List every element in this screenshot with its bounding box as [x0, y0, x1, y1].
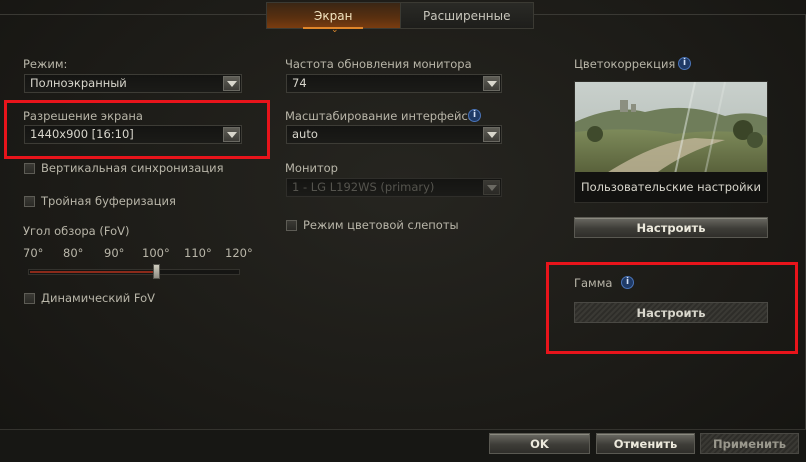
monitor-label: Монитор [285, 161, 338, 175]
ui-scale-label: Масштабирование интерфейса [285, 109, 475, 123]
vsync-checkbox[interactable]: Вертикальная синхронизация [24, 161, 224, 175]
apply-button[interactable]: Применить [700, 433, 799, 454]
mode-select[interactable]: Полноэкранный [24, 74, 242, 93]
highlight-box [546, 262, 798, 354]
cancel-button[interactable]: Отменить [596, 433, 695, 454]
colorblind-checkbox[interactable]: Режим цветовой слепоты [286, 218, 459, 232]
fov-tick: 110° [184, 246, 212, 260]
checkbox-box[interactable] [24, 162, 35, 174]
triple-buffer-checkbox[interactable]: Тройная буферизация [24, 194, 176, 208]
chevron-down-icon: ⌄ [331, 25, 339, 35]
refresh-select[interactable]: 74 [286, 74, 502, 93]
ok-button[interactable]: OK [489, 433, 590, 454]
chevron-down-icon [483, 76, 500, 91]
preview-caption: Пользовательские настройки [575, 172, 767, 202]
top-border-right [534, 14, 806, 15]
tab-bar: Экран Расширенные [266, 2, 534, 29]
triple-buffer-label: Тройная буферизация [41, 194, 176, 208]
monitor-select: 1 - LG L192WS (primary) [286, 178, 502, 197]
vsync-label: Вертикальная синхронизация [41, 161, 224, 175]
ui-scale-select[interactable]: auto [286, 125, 502, 144]
color-correction-label: Цветокоррекция [574, 57, 676, 71]
dynamic-fov-checkbox[interactable]: Динамический FoV [24, 291, 155, 305]
dynamic-fov-label: Динамический FoV [41, 291, 156, 305]
fov-label: Угол обзора (FoV) [23, 224, 130, 238]
settings-window: Экран Расширенные ⌄ Режим: Полноэкранный… [0, 0, 806, 462]
checkbox-box[interactable] [24, 292, 35, 304]
fov-slider-thumb[interactable] [153, 264, 160, 279]
fov-slider-track[interactable] [28, 269, 240, 275]
chevron-down-icon [483, 180, 500, 195]
ui-scale-value: auto [292, 127, 318, 141]
refresh-value: 74 [292, 76, 307, 90]
refresh-label: Частота обновления монитора [285, 57, 472, 71]
chevron-down-icon [223, 76, 240, 91]
highlight-box [4, 100, 270, 159]
checkbox-box[interactable] [286, 219, 297, 231]
info-icon[interactable]: i [678, 57, 691, 70]
checkbox-box[interactable] [24, 195, 35, 207]
mode-label: Режим: [23, 57, 68, 71]
fov-tick: 70° [23, 246, 44, 260]
info-icon[interactable]: i [468, 109, 481, 122]
top-border-left [0, 14, 266, 15]
fov-tick: 80° [63, 246, 84, 260]
mode-value: Полноэкранный [30, 76, 127, 90]
monitor-value: 1 - LG L192WS (primary) [292, 180, 435, 194]
fov-tick: 90° [104, 246, 125, 260]
colorblind-label: Режим цветовой слепоты [303, 218, 459, 232]
configure-color-button[interactable]: Настроить [574, 217, 768, 238]
tab-advanced[interactable]: Расширенные [400, 3, 533, 28]
color-correction-preview[interactable]: Пользовательские настройки [574, 81, 768, 203]
fov-tick: 100° [142, 246, 170, 260]
chevron-down-icon [483, 127, 500, 142]
fov-tick: 120° [225, 246, 253, 260]
fov-slider-fill [30, 271, 156, 273]
